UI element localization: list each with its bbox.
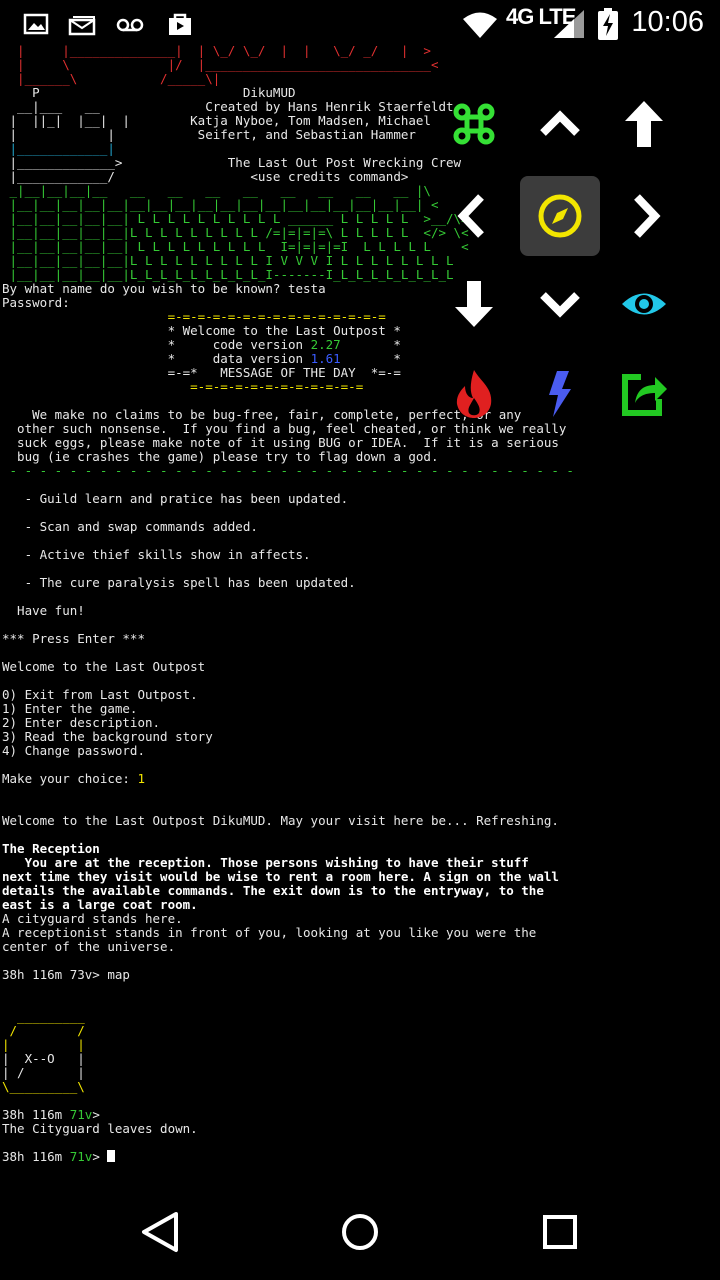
highlight-value: 71v: [69, 1149, 93, 1164]
terminal-line: center of the universe.: [2, 939, 176, 954]
command-key-icon: [453, 103, 495, 145]
battery-charging-icon: [598, 8, 618, 40]
image-icon: [23, 13, 49, 35]
terminal-line: east is a large coat room.: [2, 897, 198, 912]
terminal-line: 38h 116m 71v>: [2, 1150, 718, 1164]
terminal-line: \_________\: [2, 1079, 85, 1094]
up-button[interactable]: [604, 84, 684, 164]
terminal-line: You are at the reception. Those persons …: [2, 855, 529, 870]
terminal-line: Welcome to the Last Outpost DikuMUD. May…: [2, 813, 559, 828]
home-icon[interactable]: [336, 1208, 384, 1256]
terminal-line: 4) Change password.: [2, 743, 145, 758]
fire-button[interactable]: [434, 354, 514, 434]
terminal-line: *** Press Enter ***: [2, 631, 145, 646]
highlight-value: 1: [137, 771, 145, 786]
flame-icon: [456, 370, 492, 418]
terminal-line: | X--O |: [2, 1051, 85, 1066]
terminal-line: _________: [2, 1009, 85, 1024]
terminal-line: The Cityguard leaves down.: [2, 1121, 198, 1136]
terminal-line: 2) Enter description.: [2, 715, 161, 730]
terminal-line: - Scan and swap commands added.: [2, 519, 258, 534]
south-button[interactable]: [520, 264, 600, 344]
terminal-line: 1) Enter the game.: [2, 701, 138, 716]
text-cursor: [107, 1150, 116, 1162]
terminal-line: 38h 116m 71v>: [2, 1107, 100, 1122]
terminal-line: The Reception: [2, 841, 100, 856]
status-bar: 4G LTE 10:06: [0, 0, 720, 48]
arrow-down-icon: [455, 281, 493, 327]
terminal-line: | |: [2, 1037, 85, 1052]
terminal-line: bug (ie crashes the game) please try to …: [2, 449, 439, 464]
navigation-bar: [0, 1184, 720, 1280]
voicemail-icon: [116, 18, 144, 32]
terminal-line: | \ |/ |______________________________<: [2, 57, 439, 72]
back-icon[interactable]: [136, 1208, 184, 1256]
clock: 10:06: [631, 6, 704, 38]
terminal-line: 38h 116m 73v> map: [2, 967, 130, 982]
terminal-line: / /: [2, 1023, 85, 1038]
recents-icon[interactable]: [536, 1208, 584, 1256]
chevron-up-icon: [540, 110, 580, 136]
chevron-down-icon: [540, 292, 580, 318]
terminal-line: 3) Read the background story: [2, 729, 213, 744]
arrow-up-icon: [625, 101, 663, 147]
terminal-line: - Active thief skills show in affects.: [2, 547, 311, 562]
lightning-icon: [549, 371, 571, 417]
east-button[interactable]: [604, 176, 684, 256]
terminal-line: - The cure paralysis spell has been upda…: [2, 575, 356, 590]
terminal-line: A receptionist stands in front of you, l…: [2, 925, 537, 940]
chevron-left-icon: [457, 194, 484, 238]
mail-stack-icon: [68, 16, 96, 36]
terminal-line: Welcome to the Last Outpost: [2, 659, 206, 674]
store-bag-icon: [169, 13, 191, 35]
terminal-line: | |______________| | \_/ \_/ | | \_/ _/ …: [2, 44, 431, 58]
highlight-value: 1.61: [310, 351, 341, 366]
terminal-line: - Guild learn and pratice has been updat…: [2, 491, 349, 506]
share-icon: [622, 374, 667, 416]
terminal-line: 0) Exit from Last Outpost.: [2, 687, 198, 702]
terminal-line: | / |: [2, 1065, 85, 1080]
highlight-value: 71v: [69, 1107, 93, 1122]
down-button[interactable]: [434, 264, 514, 344]
terminal-line: A cityguard stands here.: [2, 911, 183, 926]
terminal-line: Make your choice: 1: [2, 771, 145, 786]
terminal-line: details the available commands. The exit…: [2, 883, 544, 898]
scan-button[interactable]: [604, 264, 684, 344]
west-button[interactable]: [434, 176, 514, 256]
terminal-line: Have fun!: [2, 603, 85, 618]
terminal-line: suck eggs, please make note of it using …: [2, 435, 559, 450]
look-button[interactable]: [520, 176, 600, 256]
eye-icon: [622, 293, 666, 315]
control-overlay: [430, 78, 720, 438]
power-button[interactable]: [520, 354, 600, 434]
terminal-line: next time they visit would be wise to re…: [2, 869, 559, 884]
chevron-right-icon: [634, 194, 661, 238]
terminal-line: - - - - - - - - - - - - - - - - - - - - …: [2, 463, 574, 478]
command-button[interactable]: [434, 84, 514, 164]
signal-icon: [554, 10, 584, 38]
wifi-icon: [463, 12, 497, 38]
compass-icon: [538, 194, 582, 238]
highlight-value: 2.27: [310, 337, 341, 352]
north-button[interactable]: [520, 84, 600, 164]
share-button[interactable]: [604, 354, 684, 434]
